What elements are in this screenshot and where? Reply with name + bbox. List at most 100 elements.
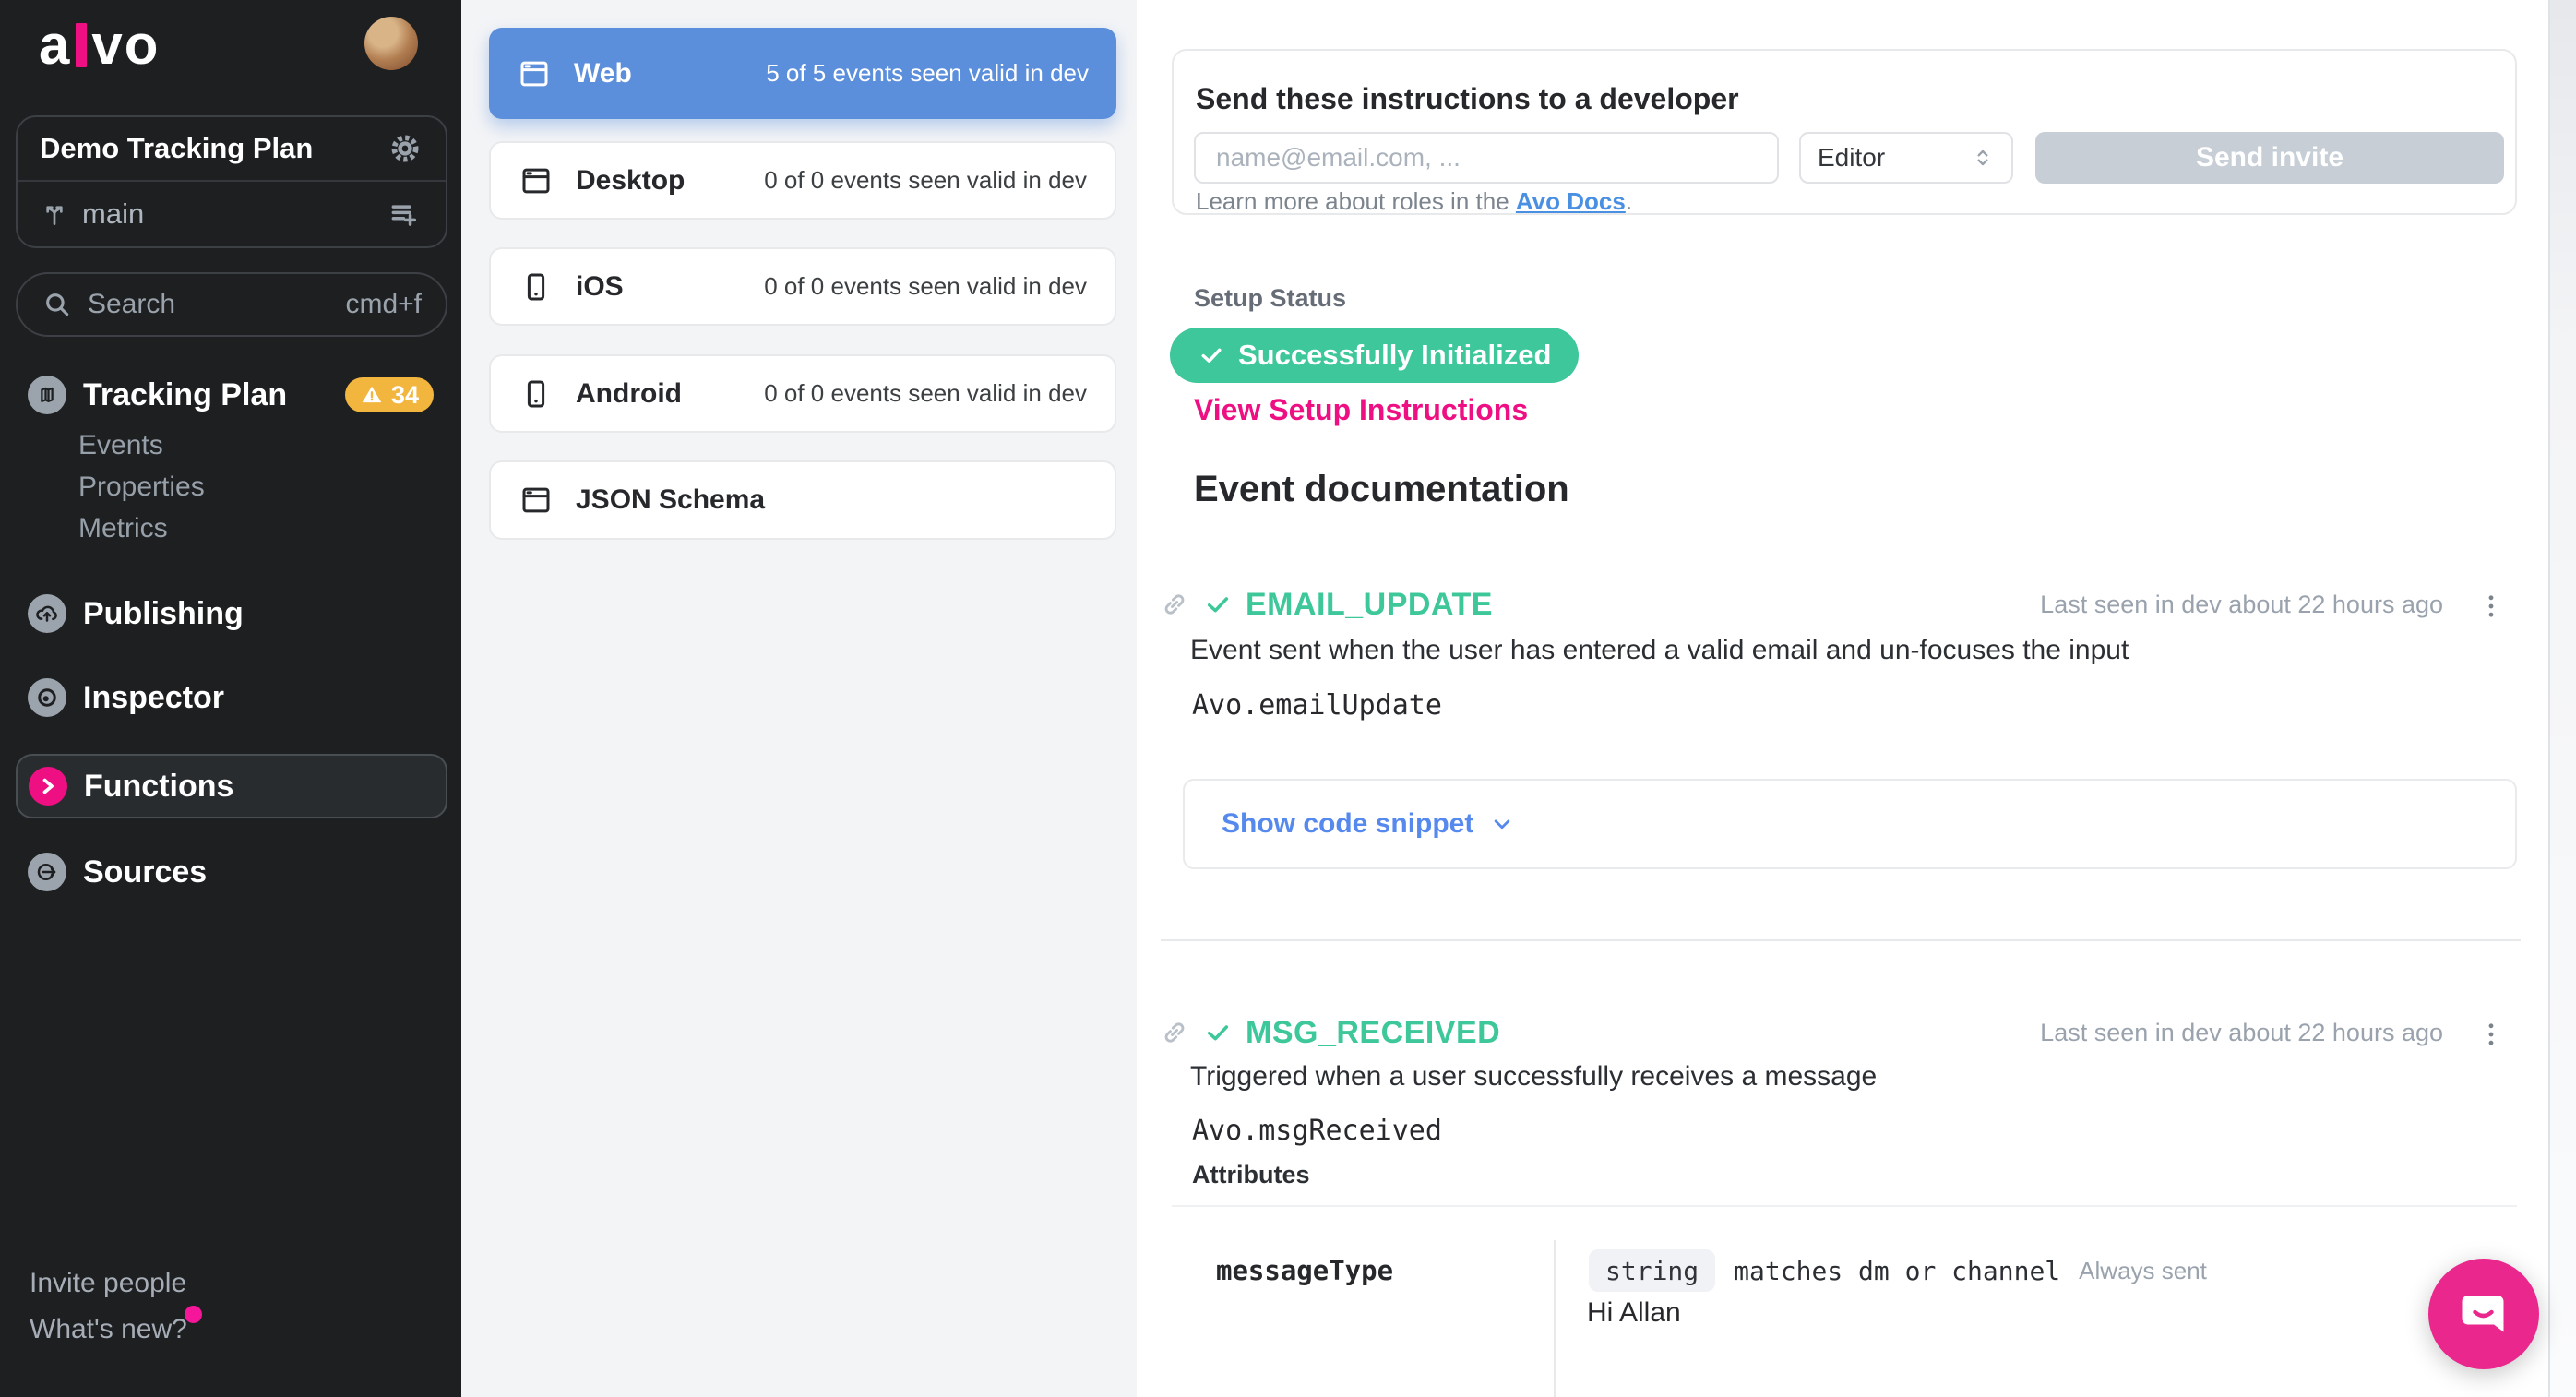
invite-developer-card: Send these instructions to a developer E… xyxy=(1172,49,2517,215)
learn-more-prefix: Learn more about roles in the xyxy=(1196,187,1516,215)
browser-window-icon xyxy=(519,483,554,518)
sidebar-item-properties[interactable]: Properties xyxy=(78,470,205,505)
search-placeholder: Search xyxy=(88,289,345,320)
sidebar-item-tracking-plan[interactable]: Tracking Plan 34 xyxy=(28,367,434,423)
phone-icon xyxy=(519,376,554,412)
sidebar-item-functions[interactable]: Functions xyxy=(16,754,447,818)
phone-icon xyxy=(519,269,554,304)
sub-item-label: Metrics xyxy=(78,513,168,544)
whats-new-label: What's new? xyxy=(30,1314,187,1345)
sidebar-item-inspector[interactable]: Inspector xyxy=(28,670,224,725)
source-name: iOS xyxy=(576,271,624,303)
notification-dot xyxy=(185,1306,202,1323)
branch-row[interactable]: main xyxy=(18,182,446,246)
search-input[interactable]: Search cmd+f xyxy=(16,272,447,337)
link-anchor-icon[interactable] xyxy=(1159,1017,1190,1048)
search-shortcut: cmd+f xyxy=(345,289,422,320)
chevron-down-icon xyxy=(1488,810,1516,838)
event-name[interactable]: EMAIL_UPDATE xyxy=(1246,587,1493,623)
attributes-table-divider xyxy=(1172,1205,2517,1207)
event-description: Event sent when the user has entered a v… xyxy=(1190,635,2129,666)
workspace-row[interactable]: Demo Tracking Plan xyxy=(18,117,446,182)
event-menu-kebab-icon[interactable] xyxy=(2471,585,2511,627)
attributes-column-divider xyxy=(1554,1240,1556,1397)
sidebar-item-events[interactable]: Events xyxy=(78,428,163,463)
whats-new-link[interactable]: What's new? xyxy=(30,1312,187,1347)
sidebar-item-sources[interactable]: Sources xyxy=(28,844,207,900)
send-invite-button[interactable]: Send invite xyxy=(2035,132,2504,184)
map-icon xyxy=(28,376,66,414)
event-last-seen: Last seen in dev about 22 hours ago xyxy=(2040,591,2443,619)
sources-panel: Web 5 of 5 events seen valid in dev Desk… xyxy=(461,0,1137,1397)
event-code-name: Avo.emailUpdate xyxy=(1192,689,1442,722)
sidebar-item-label: Functions xyxy=(84,769,233,805)
attribute-constraint: matches dm or channel xyxy=(1734,1256,2060,1286)
valid-check-icon xyxy=(1203,1018,1233,1047)
browser-window-icon xyxy=(517,56,552,91)
source-status: 0 of 0 events seen valid in dev xyxy=(764,166,1087,195)
role-selected-value: Editor xyxy=(1818,143,1885,173)
search-icon xyxy=(42,289,73,320)
source-card-json-schema[interactable]: JSON Schema xyxy=(489,460,1116,540)
branch-name: main xyxy=(82,197,387,231)
source-status: 5 of 5 events seen valid in dev xyxy=(766,59,1089,88)
workspace-box: Demo Tracking Plan main xyxy=(16,115,447,248)
source-card-desktop[interactable]: Desktop 0 of 0 events seen valid in dev xyxy=(489,141,1116,220)
scrollbar[interactable] xyxy=(2548,0,2576,1397)
valid-check-icon xyxy=(1203,590,1233,619)
check-icon xyxy=(1198,341,1225,369)
sidebar: avo Demo Tracking Plan main Search cmd+f xyxy=(0,0,461,1397)
event-description: Triggered when a user successfully recei… xyxy=(1190,1061,1877,1093)
badge-count: 34 xyxy=(391,381,419,410)
logo-pink-bar-icon xyxy=(76,23,87,67)
cloud-upload-icon xyxy=(28,594,66,633)
attribute-name: messageType xyxy=(1216,1255,1393,1286)
chat-launcher-button[interactable] xyxy=(2428,1259,2539,1369)
sidebar-item-publishing[interactable]: Publishing xyxy=(28,586,244,641)
link-anchor-icon[interactable] xyxy=(1159,589,1190,620)
attribute-sent-label: Always sent xyxy=(2079,1257,2207,1285)
attribute-comment: Hi Allan xyxy=(1587,1297,1681,1329)
setup-status-badge: Successfully Initialized xyxy=(1170,328,1579,383)
logo-letter-a: a xyxy=(39,13,71,77)
event-name[interactable]: MSG_RECEIVED xyxy=(1246,1015,1500,1051)
sidebar-item-label: Sources xyxy=(83,854,207,890)
sidebar-item-metrics[interactable]: Metrics xyxy=(78,511,168,546)
event-code-name: Avo.msgReceived xyxy=(1192,1115,1442,1147)
add-branch-icon[interactable] xyxy=(387,196,423,233)
show-code-snippet-toggle[interactable]: Show code snippet xyxy=(1183,779,2517,869)
role-select[interactable]: Editor xyxy=(1799,132,2013,184)
learn-more-text: Learn more about roles in the Avo Docs. xyxy=(1196,187,1632,216)
section-divider xyxy=(1161,939,2521,941)
source-name: Desktop xyxy=(576,165,685,197)
invite-people-link[interactable]: Invite people xyxy=(30,1266,186,1301)
source-status: 0 of 0 events seen valid in dev xyxy=(764,379,1087,408)
inspector-target-icon xyxy=(28,678,66,717)
source-card-android[interactable]: Android 0 of 0 events seen valid in dev xyxy=(489,354,1116,433)
chat-bubble-icon xyxy=(2456,1286,2511,1342)
source-card-web[interactable]: Web 5 of 5 events seen valid in dev xyxy=(489,28,1116,119)
invite-people-label: Invite people xyxy=(30,1268,186,1299)
warning-icon xyxy=(360,383,384,407)
attributes-label: Attributes xyxy=(1192,1161,1310,1189)
browser-window-icon xyxy=(519,163,554,198)
select-arrows-icon xyxy=(1971,144,1995,172)
settings-gear-icon[interactable] xyxy=(387,130,423,167)
workspace-name: Demo Tracking Plan xyxy=(40,132,387,165)
avo-docs-link[interactable]: Avo Docs xyxy=(1516,187,1626,215)
snippet-label: Show code snippet xyxy=(1222,808,1473,840)
avatar[interactable] xyxy=(364,17,418,70)
learn-more-suffix: . xyxy=(1626,187,1632,215)
sub-item-label: Events xyxy=(78,430,163,461)
event-header-email-update: EMAIL_UPDATE xyxy=(1159,583,1493,626)
view-setup-instructions-link[interactable]: View Setup Instructions xyxy=(1194,393,1528,427)
email-field[interactable] xyxy=(1194,132,1779,184)
logo-letters-vo: vo xyxy=(91,13,160,77)
source-name: JSON Schema xyxy=(576,484,765,516)
event-menu-kebab-icon[interactable] xyxy=(2471,1013,2511,1056)
sub-item-label: Properties xyxy=(78,472,205,503)
source-card-ios[interactable]: iOS 0 of 0 events seen valid in dev xyxy=(489,247,1116,326)
functions-chevron-icon xyxy=(29,767,67,806)
event-last-seen: Last seen in dev about 22 hours ago xyxy=(2040,1019,2443,1047)
invite-card-title: Send these instructions to a developer xyxy=(1196,82,1739,116)
